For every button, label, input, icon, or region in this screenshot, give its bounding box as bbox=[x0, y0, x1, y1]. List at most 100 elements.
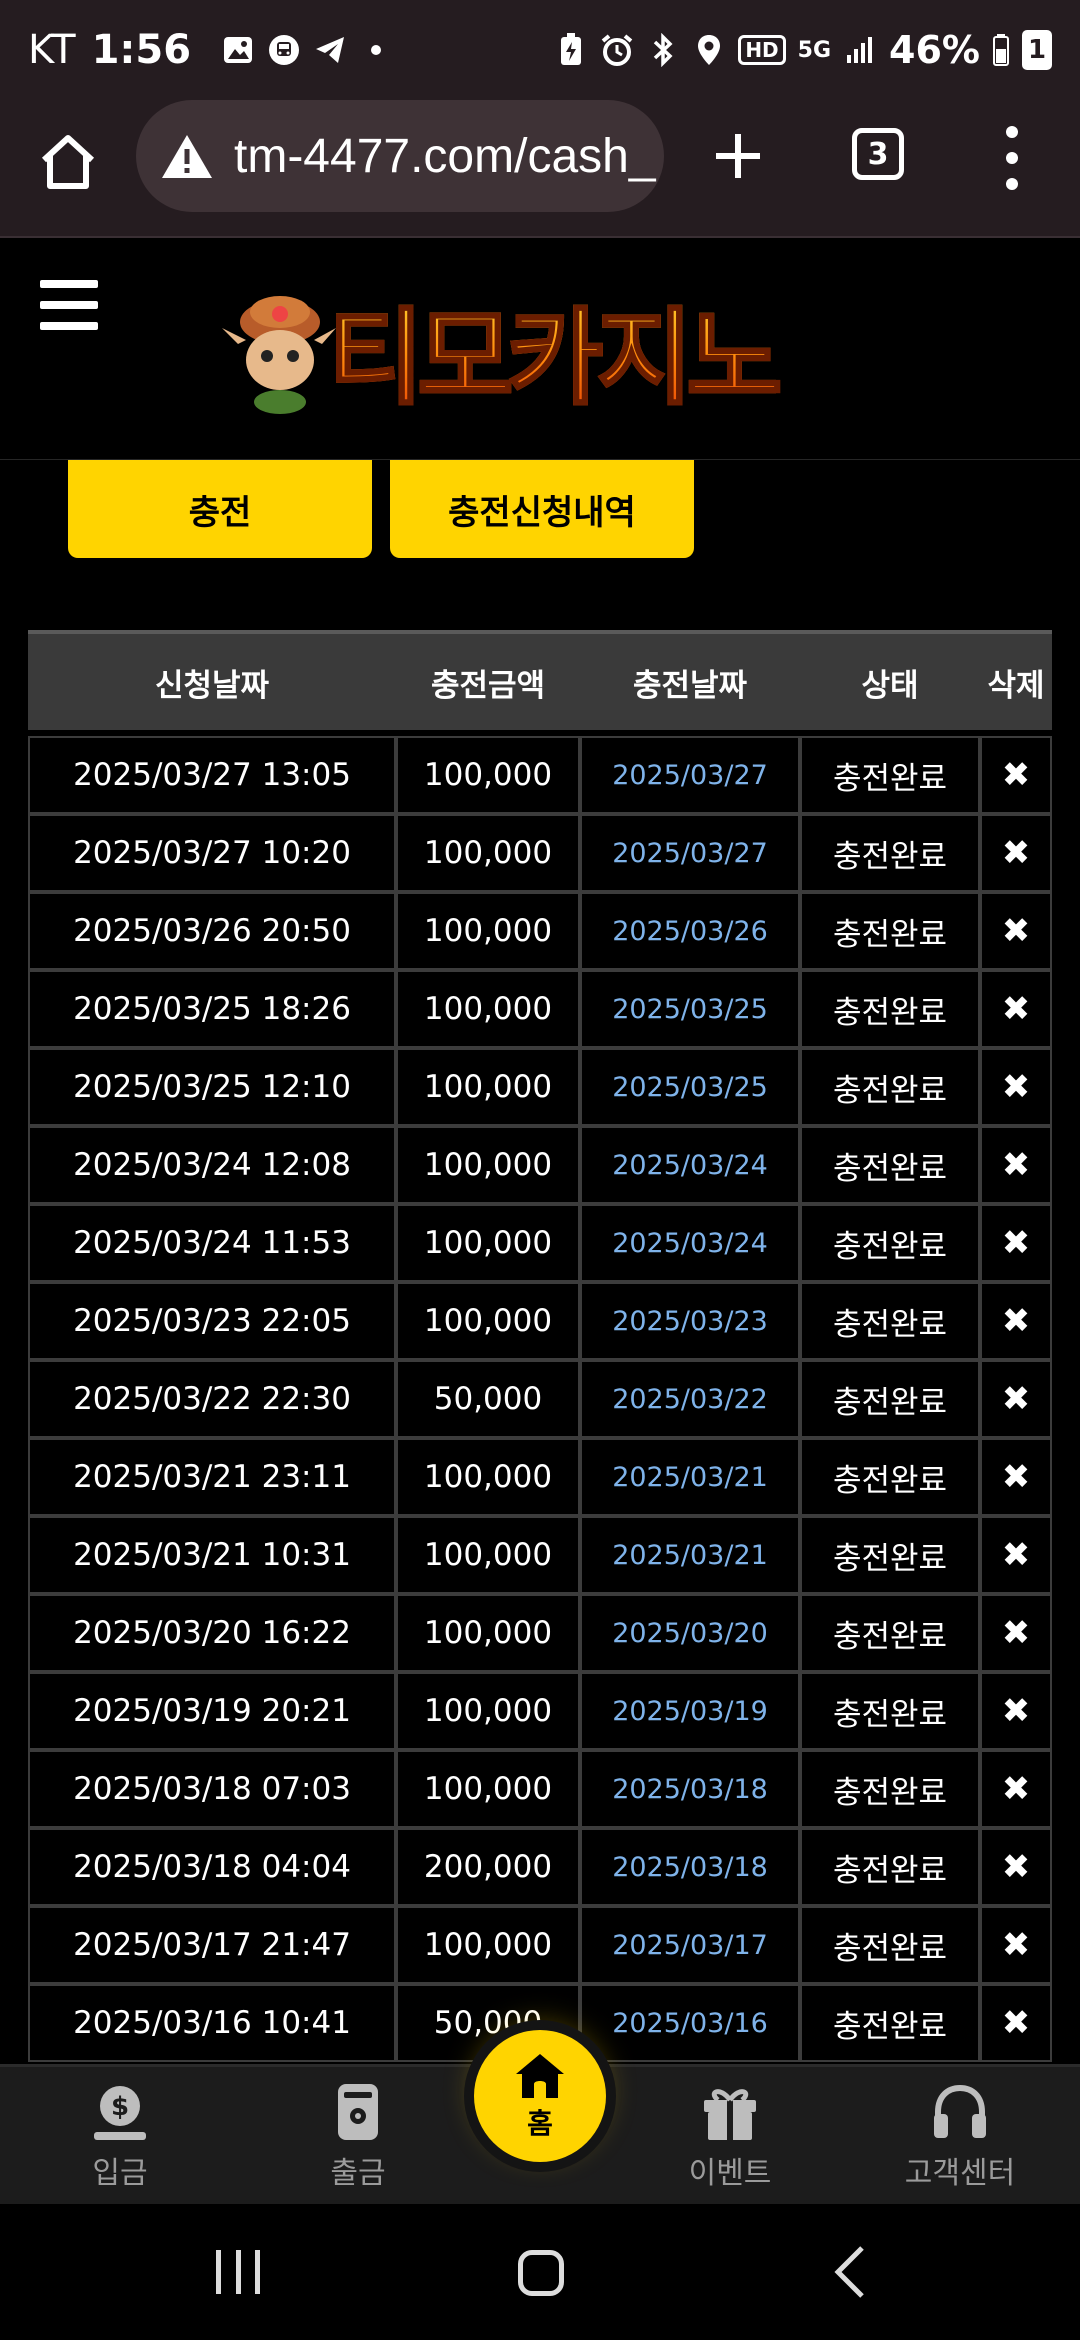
delete-icon[interactable]: ✖ bbox=[980, 970, 1052, 1048]
delete-icon[interactable]: ✖ bbox=[980, 1750, 1052, 1828]
recents-icon[interactable] bbox=[216, 2250, 260, 2294]
home-icon[interactable] bbox=[36, 130, 100, 194]
amount-cell: 100,000 bbox=[396, 892, 580, 970]
table-row: 2025/03/25 12:10 100,000 2025/03/25 충전완료 ✖ bbox=[28, 1048, 1052, 1126]
table-row: 2025/03/24 12:08 100,000 2025/03/24 충전완료 ✖ bbox=[28, 1126, 1052, 1204]
nav-withdraw[interactable]: 출금 bbox=[298, 2067, 418, 2207]
table-header: 신청날짜 충전금액 충전날짜 상태 삭제 bbox=[28, 630, 1052, 730]
charge-button[interactable]: 충전 bbox=[68, 460, 372, 558]
battery-saver-icon bbox=[554, 33, 588, 67]
status-cell: 충전완료 bbox=[800, 814, 980, 892]
table-row: 2025/03/18 04:04 200,000 2025/03/18 충전완료 ✖ bbox=[28, 1828, 1052, 1906]
header-delete: 삭제 bbox=[987, 667, 1045, 704]
charged-date-cell: 2025/03/27 bbox=[580, 814, 800, 892]
charged-date-cell: 2025/03/25 bbox=[580, 970, 800, 1048]
back-icon[interactable] bbox=[828, 2244, 872, 2300]
alarm-icon bbox=[600, 33, 634, 67]
requested-date-cell: 2025/03/16 10:41 bbox=[28, 1984, 396, 2062]
status-cell: 충전완료 bbox=[800, 1750, 980, 1828]
nav-deposit-label: 입금 bbox=[92, 2156, 148, 2191]
nav-home-label: 홈 bbox=[527, 2107, 553, 2140]
hamburger-menu-icon[interactable] bbox=[40, 280, 98, 330]
charged-date-cell: 2025/03/18 bbox=[580, 1750, 800, 1828]
nav-support[interactable]: 고객센터 bbox=[890, 2067, 1030, 2207]
plus-icon[interactable] bbox=[706, 124, 770, 188]
charged-date-cell: 2025/03/27 bbox=[580, 736, 800, 814]
delete-icon[interactable]: ✖ bbox=[980, 1516, 1052, 1594]
nav-event[interactable]: 이벤트 bbox=[660, 2067, 800, 2207]
site-header: 티모카지노 bbox=[0, 238, 1080, 460]
gift-icon bbox=[704, 2089, 756, 2140]
amount-cell: 100,000 bbox=[396, 1438, 580, 1516]
delete-icon[interactable]: ✖ bbox=[980, 1048, 1052, 1126]
battery-percent: 46% bbox=[889, 28, 980, 72]
svg-text:$: $ bbox=[111, 2092, 129, 2122]
delete-icon[interactable]: ✖ bbox=[980, 1828, 1052, 1906]
status-bar: KT 1:56 HD 5G 46% 1 bbox=[0, 0, 1080, 100]
nav-deposit[interactable]: $ 입금 bbox=[60, 2067, 180, 2207]
charged-date-cell: 2025/03/17 bbox=[580, 1906, 800, 1984]
location-icon bbox=[692, 33, 726, 67]
requested-date-cell: 2025/03/18 07:03 bbox=[28, 1750, 396, 1828]
charge-history-button[interactable]: 충전신청내역 bbox=[390, 460, 694, 558]
kebab-menu-icon[interactable] bbox=[1000, 126, 1024, 190]
status-cell: 충전완료 bbox=[800, 1360, 980, 1438]
status-cell: 충전완료 bbox=[800, 1906, 980, 1984]
table-row: 2025/03/26 20:50 100,000 2025/03/26 충전완료 ✖ bbox=[28, 892, 1052, 970]
wallet-icon bbox=[338, 2084, 378, 2140]
nav-home[interactable]: 홈 bbox=[474, 2030, 606, 2162]
charged-date-cell: 2025/03/21 bbox=[580, 1438, 800, 1516]
header-status: 상태 bbox=[861, 667, 919, 704]
browser-toolbar: tm-4477.com/cash_ 3 bbox=[0, 100, 1080, 238]
table-row: 2025/03/21 23:11 100,000 2025/03/21 충전완료 ✖ bbox=[28, 1438, 1052, 1516]
bluetooth-icon bbox=[646, 33, 680, 67]
amount-cell: 100,000 bbox=[396, 1126, 580, 1204]
delete-icon[interactable]: ✖ bbox=[980, 1984, 1052, 2062]
charged-date-cell: 2025/03/16 bbox=[580, 1984, 800, 2062]
requested-date-cell: 2025/03/18 04:04 bbox=[28, 1828, 396, 1906]
delete-icon[interactable]: ✖ bbox=[980, 1906, 1052, 1984]
address-bar[interactable]: tm-4477.com/cash_ bbox=[136, 100, 664, 212]
amount-cell: 100,000 bbox=[396, 1672, 580, 1750]
tabs-icon[interactable]: 3 bbox=[852, 128, 904, 180]
table-body: 2025/03/27 13:05 100,000 2025/03/27 충전완료 ✖ 20… bbox=[28, 730, 1052, 2062]
status-cell: 충전완료 bbox=[800, 1126, 980, 1204]
delete-icon[interactable]: ✖ bbox=[980, 1282, 1052, 1360]
site-logo[interactable]: 티모카지노 bbox=[220, 278, 840, 420]
signal-icon bbox=[843, 33, 877, 67]
tab-count: 3 bbox=[867, 136, 889, 172]
delete-icon[interactable]: ✖ bbox=[980, 736, 1052, 814]
delete-icon[interactable]: ✖ bbox=[980, 1360, 1052, 1438]
delete-icon[interactable]: ✖ bbox=[980, 1672, 1052, 1750]
5g-icon: 5G bbox=[797, 37, 832, 63]
requested-date-cell: 2025/03/27 10:20 bbox=[28, 814, 396, 892]
table-row: 2025/03/27 13:05 100,000 2025/03/27 충전완료 ✖ bbox=[28, 736, 1052, 814]
battery-badge: 1 bbox=[1022, 30, 1052, 70]
table-row: 2025/03/25 18:26 100,000 2025/03/25 충전완료 ✖ bbox=[28, 970, 1052, 1048]
delete-icon[interactable]: ✖ bbox=[980, 892, 1052, 970]
delete-icon[interactable]: ✖ bbox=[980, 1594, 1052, 1672]
status-cell: 충전완료 bbox=[800, 1438, 980, 1516]
delete-icon[interactable]: ✖ bbox=[980, 1438, 1052, 1516]
status-cell: 충전완료 bbox=[800, 892, 980, 970]
status-cell: 충전완료 bbox=[800, 1594, 980, 1672]
charged-date-cell: 2025/03/22 bbox=[580, 1360, 800, 1438]
requested-date-cell: 2025/03/20 16:22 bbox=[28, 1594, 396, 1672]
status-cell: 충전완료 bbox=[800, 1984, 980, 2062]
amount-cell: 50,000 bbox=[396, 1360, 580, 1438]
requested-date-cell: 2025/03/22 22:30 bbox=[28, 1360, 396, 1438]
requested-date-cell: 2025/03/24 12:08 bbox=[28, 1126, 396, 1204]
charge-history-table: 신청날짜 충전금액 충전날짜 상태 삭제 2025/03/27 13:05 100… bbox=[28, 630, 1052, 2070]
delete-icon[interactable]: ✖ bbox=[980, 1126, 1052, 1204]
delete-icon[interactable]: ✖ bbox=[980, 814, 1052, 892]
nav-withdraw-label: 출금 bbox=[330, 2156, 386, 2191]
amount-cell: 100,000 bbox=[396, 1750, 580, 1828]
delete-icon[interactable]: ✖ bbox=[980, 1204, 1052, 1282]
header-charged-date: 충전날짜 bbox=[632, 667, 748, 704]
charged-date-cell: 2025/03/25 bbox=[580, 1048, 800, 1126]
status-cell: 충전완료 bbox=[800, 736, 980, 814]
gallery-icon bbox=[221, 33, 255, 67]
system-home-icon[interactable] bbox=[518, 2250, 564, 2296]
requested-date-cell: 2025/03/25 12:10 bbox=[28, 1048, 396, 1126]
nav-event-label: 이벤트 bbox=[688, 2156, 772, 2191]
